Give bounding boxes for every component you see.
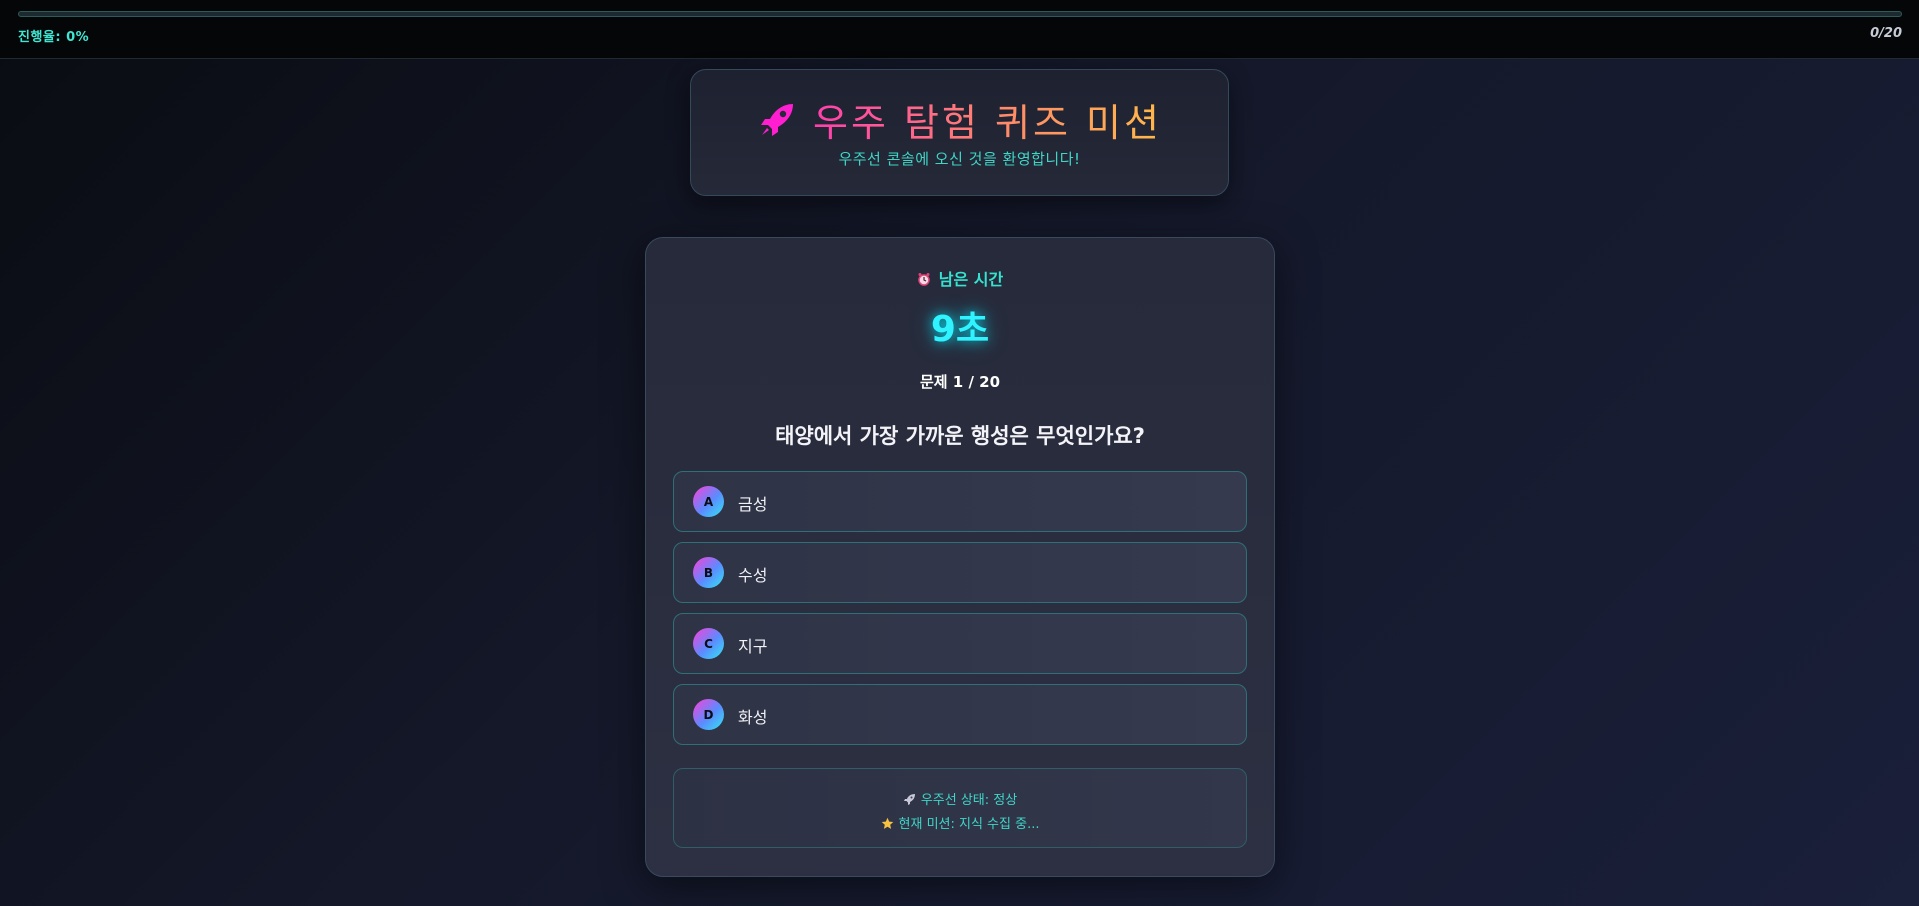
alarm-clock-icon (917, 271, 931, 286)
ship-status-panel: 우주선 상태: 정상 현재 미션: 지식 수집 중... (673, 768, 1247, 848)
option-b-button[interactable]: B 수성 (673, 542, 1247, 603)
title-card: 우주 탐험 퀴즈 미션 우주선 콘솔에 오신 것을 환영합니다! (690, 69, 1229, 196)
progress-track (18, 11, 1902, 17)
ship-status-line: 우주선 상태: 정상 (674, 789, 1246, 808)
option-letter-badge: A (693, 486, 724, 517)
answer-options: A 금성 B 수성 C 지구 D 화성 (673, 471, 1247, 755)
timer-label-row: 남은 시간 (646, 266, 1274, 290)
option-letter-badge: C (693, 628, 724, 659)
option-label: 금성 (738, 495, 768, 514)
option-d-button[interactable]: D 화성 (673, 684, 1247, 745)
progress-label: 진행율: 0% (18, 30, 90, 45)
option-label: 화성 (738, 708, 768, 727)
page-subtitle: 우주선 콘솔에 오신 것을 환영합니다! (838, 150, 1081, 168)
mission-status-line: 현재 미션: 지식 수집 중... (674, 813, 1246, 832)
timer-label: 남은 시간 (938, 270, 1004, 289)
rocket-icon (903, 793, 916, 806)
top-progress-bar: 진행율: 0% 0/20 (0, 0, 1919, 59)
star-icon (881, 817, 894, 830)
option-label: 수성 (738, 566, 768, 585)
progress-count: 0/20 (1870, 26, 1902, 41)
option-letter-badge: B (693, 557, 724, 588)
option-letter-badge: D (693, 699, 724, 730)
ship-status-text: 우주선 상태: 정상 (920, 793, 1018, 808)
option-a-button[interactable]: A 금성 (673, 471, 1247, 532)
title-row: 우주 탐험 퀴즈 미션 (691, 92, 1228, 147)
option-c-button[interactable]: C 지구 (673, 613, 1247, 674)
rocket-icon (757, 100, 797, 140)
page-title: 우주 탐험 퀴즈 미션 (813, 92, 1162, 147)
timer-value: 9초 (930, 309, 990, 350)
question-text: 태양에서 가장 가까운 행성은 무엇인가요? (775, 424, 1145, 448)
mission-status-text: 현재 미션: 지식 수집 중... (898, 817, 1040, 832)
question-number: 문제 1 / 20 (919, 373, 1001, 391)
quiz-card: 남은 시간 9초 문제 1 / 20 태양에서 가장 가까운 행성은 무엇인가요… (645, 237, 1275, 877)
option-label: 지구 (738, 637, 768, 656)
